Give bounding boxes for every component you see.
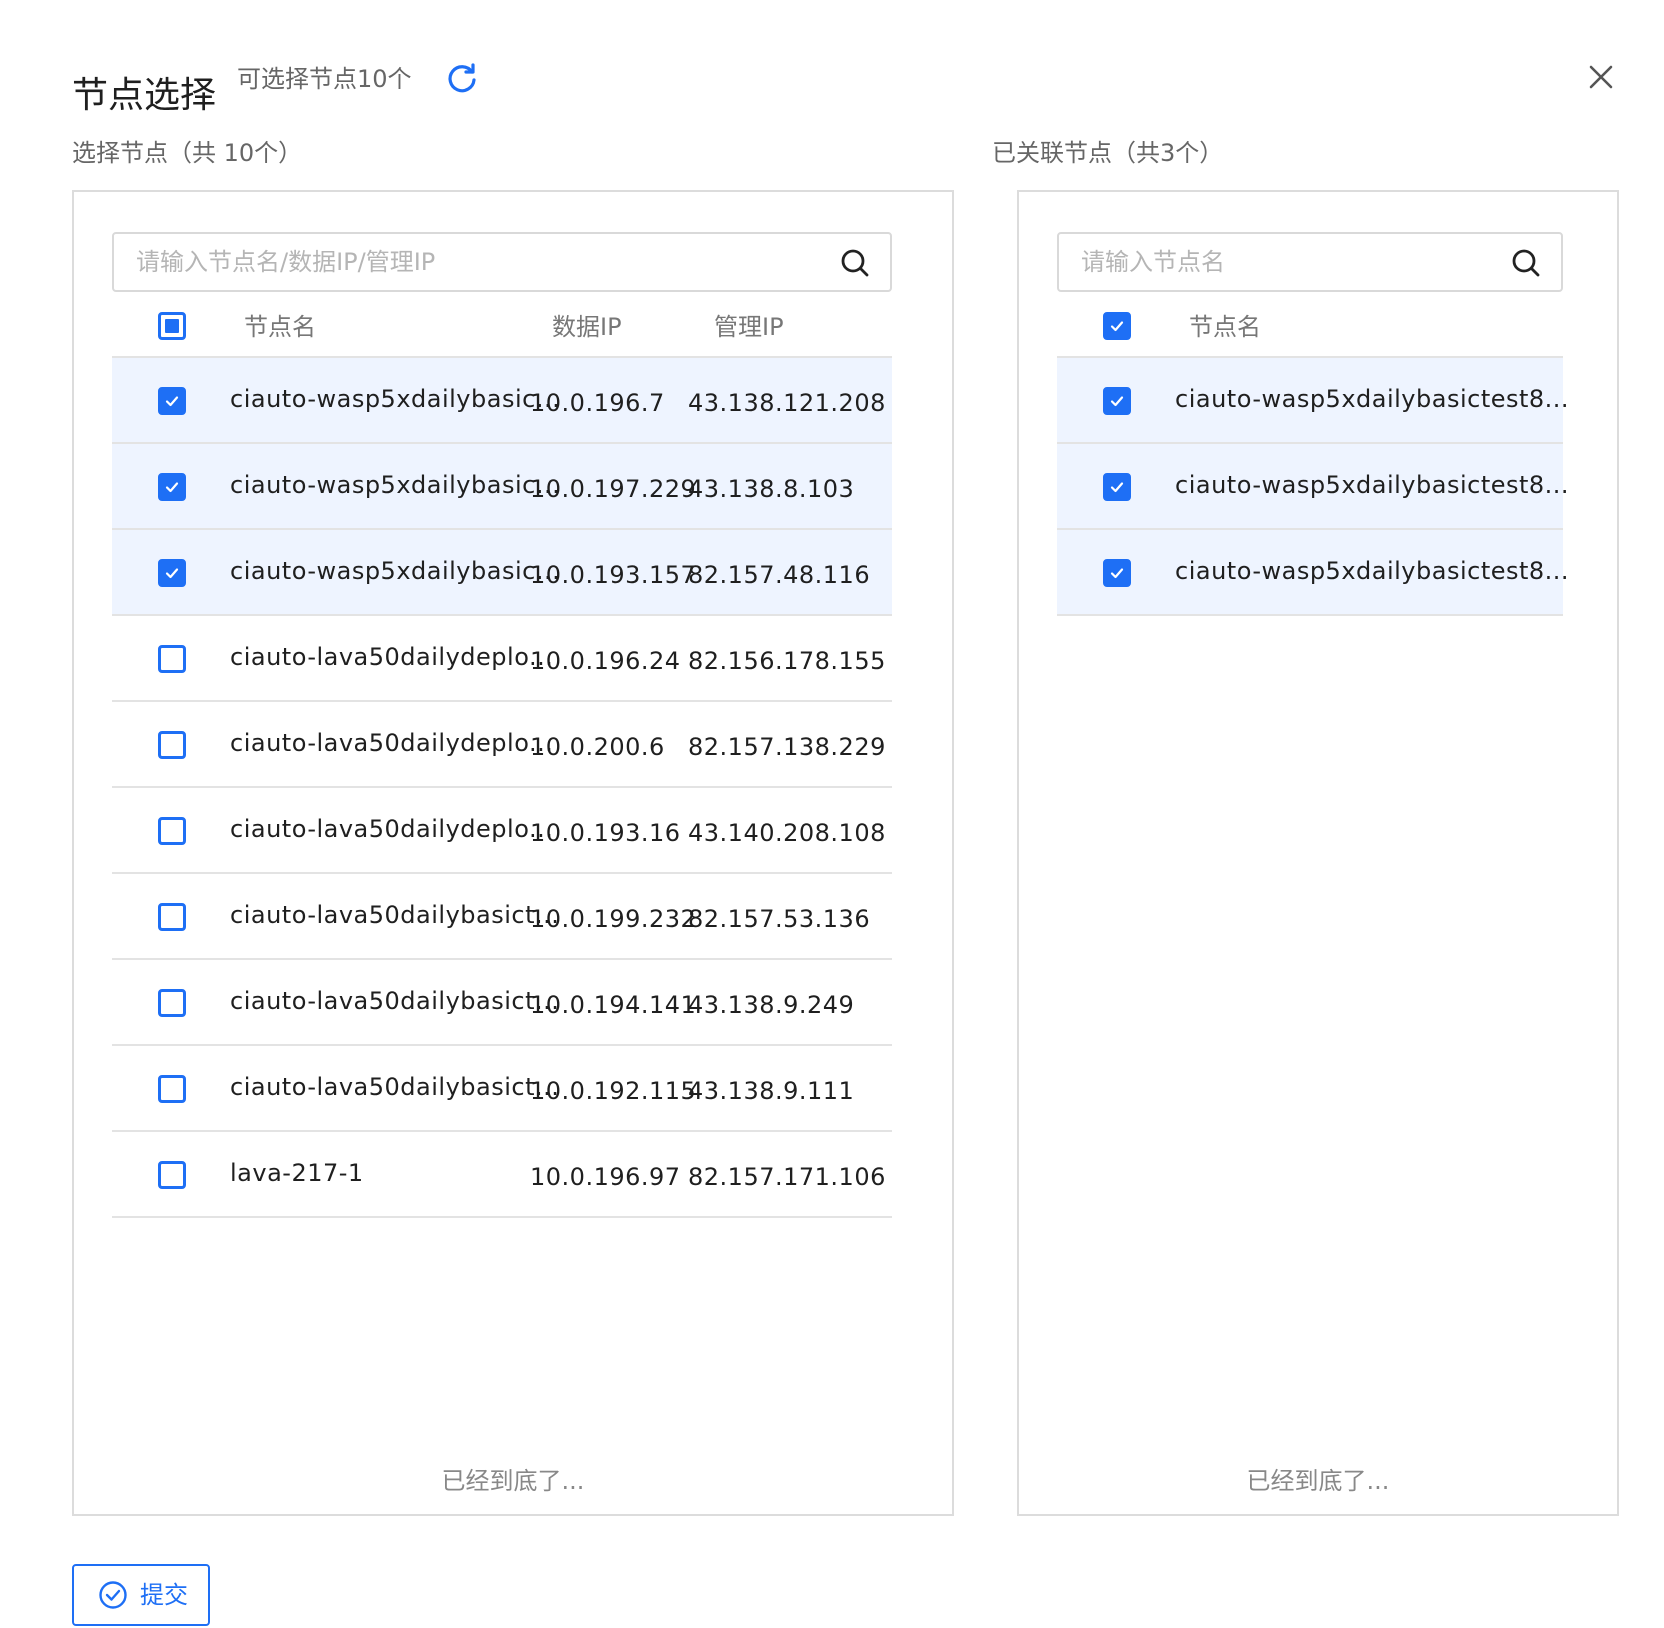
left-search-box [112, 232, 892, 292]
row-checkbox[interactable] [1103, 473, 1131, 501]
right-end-of-list: 已经到底了... [1246, 1467, 1390, 1495]
row-checkbox[interactable] [158, 645, 186, 673]
data-ip: 10.0.193.157 [530, 561, 697, 589]
selectable-count-text: 可选择节点10个 [237, 65, 412, 93]
row-checkbox[interactable] [158, 1075, 186, 1103]
node-name: ciauto-lava50dailybasict... [230, 987, 560, 1015]
row-checkbox[interactable] [158, 817, 186, 845]
mgmt-ip: 43.138.9.111 [688, 1077, 855, 1105]
table-row[interactable]: ciauto-wasp5xdailybasic... 10.0.196.7 43.1… [112, 358, 892, 444]
table-row[interactable]: ciauto-wasp5xdailybasic... 10.0.197.229 43… [112, 444, 892, 530]
row-checkbox[interactable] [158, 903, 186, 931]
data-ip: 10.0.194.141 [530, 991, 697, 1019]
row-checkbox[interactable] [158, 473, 186, 501]
node-name: ciauto-wasp5xdailybasictest8... [1175, 471, 1570, 499]
check-circle-icon [99, 1581, 127, 1609]
right-panel-label: 已关联节点（共3个） [992, 139, 1224, 167]
data-ip: 10.0.192.115 [530, 1077, 697, 1105]
data-ip: 10.0.196.7 [530, 389, 665, 417]
row-checkbox[interactable] [158, 559, 186, 587]
node-name: lava-217-1 [230, 1159, 364, 1187]
table-row[interactable]: ciauto-lava50dailydeplo... 10.0.193.16 43.… [112, 788, 892, 874]
row-checkbox[interactable] [158, 989, 186, 1017]
table-row[interactable]: ciauto-lava50dailydeplo... 10.0.196.24 82.… [112, 616, 892, 702]
close-icon[interactable] [1586, 62, 1616, 92]
node-name: ciauto-wasp5xdailybasic... [230, 557, 561, 585]
node-name: ciauto-lava50dailydeplo... [230, 815, 554, 843]
node-name: ciauto-lava50dailybasict... [230, 1073, 560, 1101]
table-row[interactable]: ciauto-wasp5xdailybasictest8... [1057, 530, 1569, 616]
data-ip: 10.0.199.232 [530, 905, 697, 933]
table-row[interactable]: ciauto-lava50dailydeplo... 10.0.200.6 82.1… [112, 702, 892, 788]
data-ip: 10.0.196.97 [530, 1163, 681, 1191]
node-name: ciauto-lava50dailybasict... [230, 901, 560, 929]
mgmt-ip: 43.138.8.103 [688, 475, 855, 503]
table-row[interactable]: ciauto-wasp5xdailybasictest8... [1057, 444, 1569, 530]
mgmt-ip: 82.157.53.136 [688, 905, 871, 933]
mgmt-ip: 43.140.208.108 [688, 819, 886, 847]
mgmt-ip: 82.157.138.229 [688, 733, 886, 761]
node-name: ciauto-wasp5xdailybasictest8... [1175, 557, 1570, 585]
node-name: ciauto-lava50dailydeplo... [230, 643, 554, 671]
column-header-data-ip: 数据IP [552, 313, 622, 341]
table-row[interactable]: lava-217-1 10.0.196.97 82.157.171.106 [112, 1132, 892, 1218]
left-search-input[interactable] [114, 234, 890, 290]
node-name: ciauto-wasp5xdailybasictest8... [1175, 385, 1570, 413]
mgmt-ip: 82.157.171.106 [688, 1163, 886, 1191]
table-row[interactable]: ciauto-wasp5xdailybasic... 10.0.193.157 82… [112, 530, 892, 616]
row-checkbox[interactable] [158, 387, 186, 415]
right-search-input[interactable] [1059, 234, 1561, 290]
table-row[interactable]: ciauto-lava50dailybasict... 10.0.192.115 4… [112, 1046, 892, 1132]
linked-nodes-panel: 节点名 ciauto-wasp5xdailybasictest8... ciaut… [1017, 190, 1619, 1516]
select-all-checkbox[interactable] [1103, 312, 1131, 340]
data-ip: 10.0.196.24 [530, 647, 681, 675]
table-row[interactable]: ciauto-wasp5xdailybasictest8... [1057, 358, 1569, 444]
row-checkbox[interactable] [1103, 387, 1131, 415]
mgmt-ip: 43.138.9.249 [688, 991, 855, 1019]
data-ip: 10.0.197.229 [530, 475, 697, 503]
dialog-title: 节点选择 [72, 75, 217, 116]
column-header-node-name: 节点名 [244, 313, 316, 341]
row-checkbox[interactable] [1103, 559, 1131, 587]
column-header-mgmt-ip: 管理IP [714, 313, 784, 341]
available-nodes-panel: 节点名 数据IP 管理IP ciauto-wasp5xdailybasic...… [72, 190, 954, 1516]
search-icon[interactable] [1511, 248, 1541, 278]
left-panel-label: 选择节点（共 10个） [72, 139, 303, 167]
submit-label: 提交 [140, 1581, 188, 1609]
left-end-of-list: 已经到底了... [441, 1467, 585, 1495]
column-header-node-name: 节点名 [1189, 313, 1261, 341]
row-checkbox[interactable] [158, 731, 186, 759]
mgmt-ip: 82.157.48.116 [688, 561, 871, 589]
right-search-box [1057, 232, 1563, 292]
table-row[interactable]: ciauto-lava50dailybasict... 10.0.199.232 8… [112, 874, 892, 960]
node-name: ciauto-wasp5xdailybasic... [230, 471, 561, 499]
data-ip: 10.0.200.6 [530, 733, 665, 761]
mgmt-ip: 43.138.121.208 [688, 389, 886, 417]
search-icon[interactable] [840, 248, 870, 278]
submit-button[interactable]: 提交 [72, 1564, 210, 1626]
right-table-header: 节点名 [1057, 296, 1563, 358]
mgmt-ip: 82.156.178.155 [688, 647, 886, 675]
node-name: ciauto-wasp5xdailybasic... [230, 385, 561, 413]
node-name: ciauto-lava50dailydeplo... [230, 729, 554, 757]
select-all-checkbox[interactable] [158, 312, 186, 340]
row-checkbox[interactable] [158, 1161, 186, 1189]
data-ip: 10.0.193.16 [530, 819, 681, 847]
table-row[interactable]: ciauto-lava50dailybasict... 10.0.194.141 4… [112, 960, 892, 1046]
refresh-icon[interactable] [446, 62, 478, 94]
left-table-header: 节点名 数据IP 管理IP [112, 296, 892, 358]
